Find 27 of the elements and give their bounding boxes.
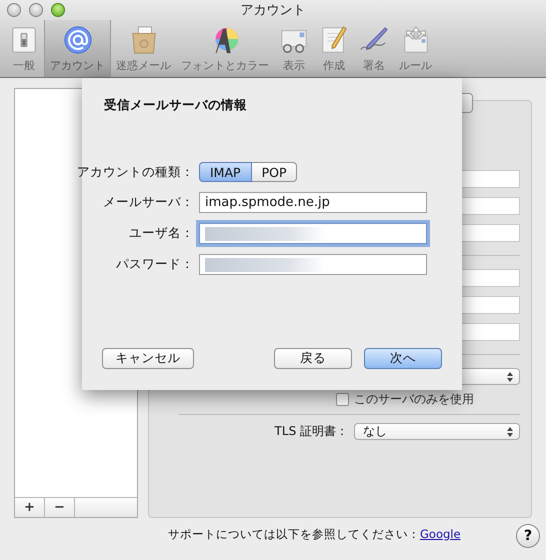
stepper-arrows-icon	[507, 426, 513, 436]
tls-label: TLS 証明書：	[274, 423, 348, 440]
remove-button[interactable]: −	[45, 498, 75, 517]
close-button[interactable]	[7, 3, 21, 17]
field-label: パスワード：	[116, 256, 194, 273]
field-label: アカウントの種類：	[77, 164, 194, 180]
checkbox-label: このサーバのみを使用	[354, 391, 474, 408]
segment-button[interactable]: IMAP	[199, 162, 252, 182]
field-label: ユーザ名：	[129, 225, 194, 242]
support-text: サポートについては以下を参照してください：	[168, 526, 420, 542]
add-button[interactable]: +	[15, 498, 45, 517]
sheet-title: 受信メールサーバの情報	[104, 97, 248, 114]
at-sign-icon	[62, 25, 92, 55]
stepper-arrows-icon	[507, 372, 513, 382]
field-label: メールサーバ：	[103, 194, 194, 211]
segment-button[interactable]: POP	[252, 162, 298, 182]
google-link[interactable]: Google	[420, 527, 461, 541]
minimize-button[interactable]	[29, 3, 43, 17]
dialog-button[interactable]: 次へ	[364, 348, 442, 369]
zoom-button[interactable]	[51, 3, 65, 17]
tls-dropdown[interactable]: なし	[354, 423, 520, 440]
dialog-button[interactable]: 戻る	[274, 348, 352, 369]
window-title: アカウント	[240, 2, 306, 19]
dialog-button[interactable]: キャンセル	[102, 348, 194, 369]
help-button[interactable]: ?	[516, 524, 540, 548]
input-field[interactable]: imap.spmode.ne.jp	[199, 192, 427, 213]
checkbox[interactable]	[336, 393, 349, 406]
